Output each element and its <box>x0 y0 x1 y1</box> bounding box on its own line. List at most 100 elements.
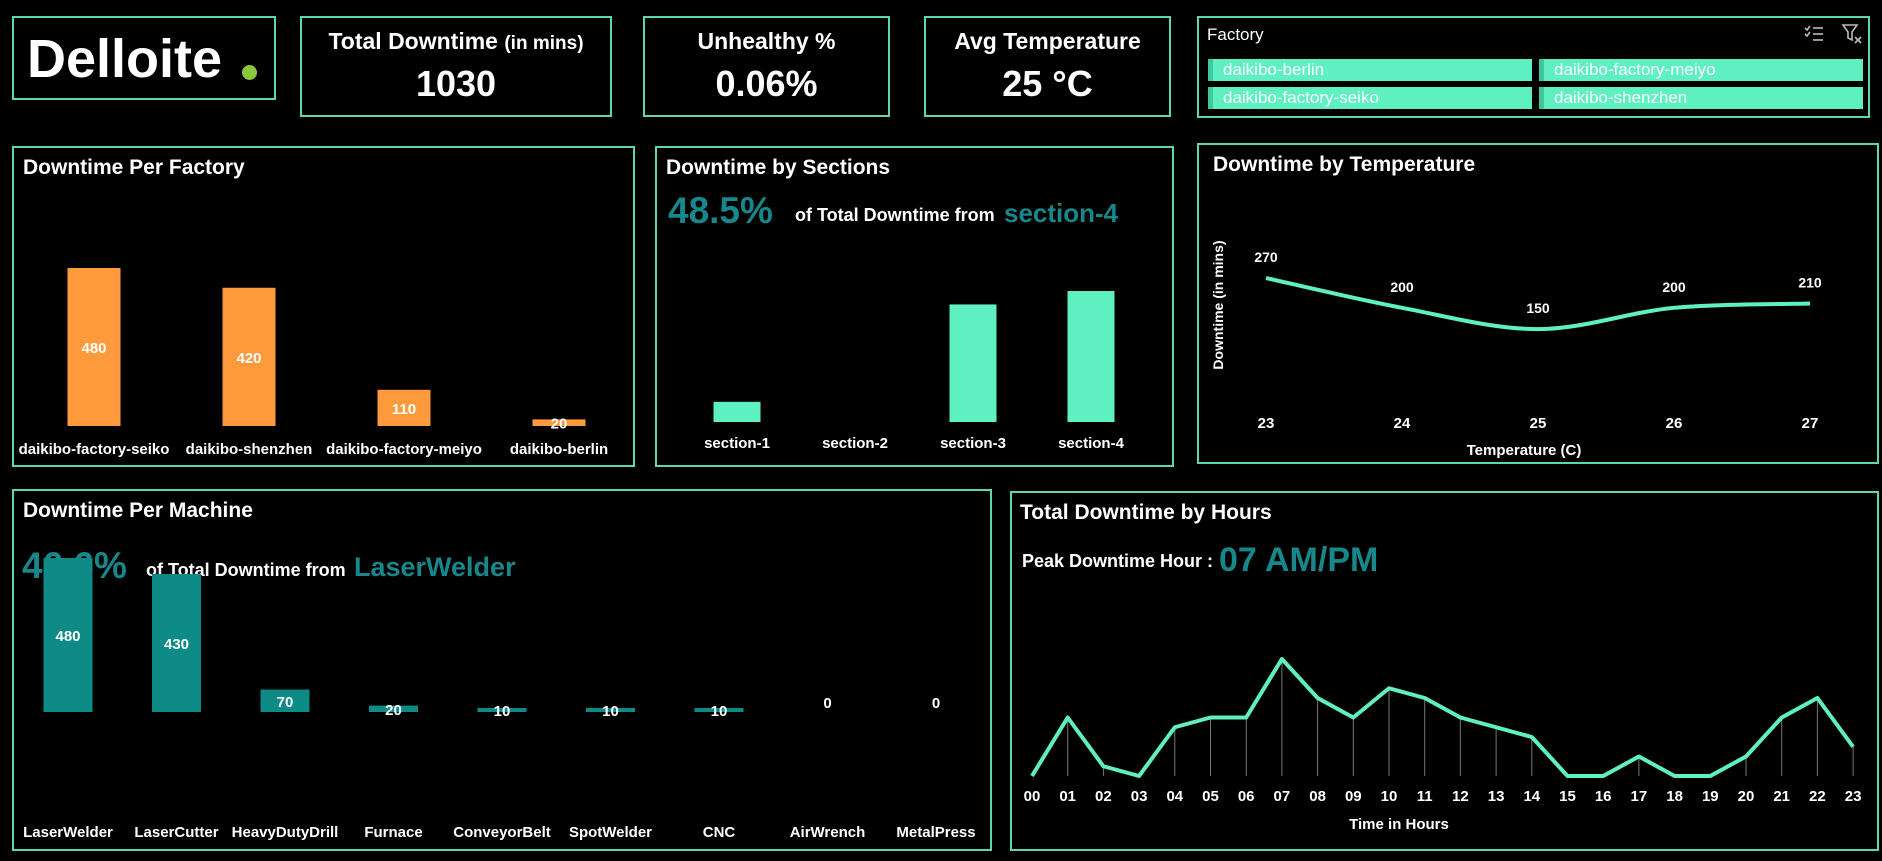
factory-panel: Downtime Per Factory 480 daikibo-factory-… <box>12 146 635 467</box>
data-label-SpotWelder: 10 <box>602 703 619 720</box>
kpi-downtime-value: 1030 <box>415 63 497 104</box>
data-label-LaserCutter: 430 <box>164 636 189 653</box>
tick-label-SpotWelder: SpotWelder <box>569 824 652 841</box>
kpi-downtime-label: Total Downtime <box>328 28 498 54</box>
data-label-27: 210 <box>1798 275 1822 291</box>
multi-select-icon[interactable] <box>1803 24 1825 44</box>
x-tick-18: 18 <box>1666 788 1683 805</box>
slicer-item-seiko[interactable]: daikibo-factory-seiko <box>1208 87 1532 109</box>
x-tick-19: 19 <box>1702 788 1719 805</box>
temperature-panel: Downtime by Temperature 270 23 200 24 150 25 2… <box>1197 143 1879 464</box>
tick-label-Furnace: Furnace <box>364 824 422 841</box>
kpi-temp-label: Avg Temperature <box>954 28 1141 54</box>
x-tick-13: 13 <box>1488 788 1505 805</box>
data-label-MetalPress: 0 <box>932 695 940 712</box>
x-tick-20: 20 <box>1738 788 1755 805</box>
x-tick-15: 15 <box>1559 788 1576 805</box>
hours-panel: Total Downtime by Hours Peak Downtime Ho… <box>1010 491 1879 851</box>
data-label-Furnace: 20 <box>385 702 402 719</box>
x-tick-03: 03 <box>1131 788 1148 805</box>
data-label-23: 270 <box>1254 249 1278 265</box>
x-tick-14: 14 <box>1523 788 1540 805</box>
machine-bar-chart: 480 LaserWelder 430 LaserCutter 70 HeavyDutyD… <box>23 558 976 841</box>
x-tick-07: 07 <box>1274 788 1291 805</box>
logo-dot <box>242 65 257 80</box>
bar-section-1 <box>713 401 761 422</box>
kpi-unhealthy-value: 0.06% <box>715 63 818 104</box>
kpi-unhealthy-label: Unhealthy % <box>697 28 836 54</box>
kpi-temp-value: 25 °C <box>1002 63 1093 104</box>
x-tick-23: 23 <box>1845 788 1862 805</box>
x-tick-09: 09 <box>1345 788 1362 805</box>
x-tick-10: 10 <box>1381 788 1398 805</box>
tick-label-section-1: section-1 <box>704 435 770 452</box>
tick-label-daikibo-shenzhen: daikibo-shenzhen <box>186 441 313 458</box>
data-label-ConveyorBelt: 10 <box>494 703 511 720</box>
x-tick-05: 05 <box>1202 788 1219 805</box>
factory-slicer: Factory daikibo-berlin daikibo-factory-m… <box>1197 16 1870 118</box>
data-label-CNC: 10 <box>711 703 728 720</box>
data-label-24: 200 <box>1390 279 1414 295</box>
x-axis-label: Temperature (C) <box>1467 442 1582 459</box>
data-label-daikibo-factory-meiyo: 110 <box>392 401 416 418</box>
data-label-daikibo-shenzhen: 420 <box>236 350 261 367</box>
tick-label-HeavyDutyDrill: HeavyDutyDrill <box>232 824 339 841</box>
slicer-item-shenzhen[interactable]: daikibo-shenzhen <box>1539 87 1863 109</box>
y-axis-label: Downtime (in mins) <box>1210 240 1226 369</box>
factory-bar-chart: 480 daikibo-factory-seiko 420 daikibo-shenz… <box>19 268 608 458</box>
x-tick-21: 21 <box>1773 788 1790 805</box>
tick-label-ConveyorBelt: ConveyorBelt <box>453 824 551 841</box>
sections-panel: Downtime by Sections 48.5% of Total Down… <box>655 146 1174 467</box>
bar-section-3 <box>949 304 997 422</box>
tick-label-daikibo-factory-seiko: daikibo-factory-seiko <box>19 441 170 458</box>
x-tick-24: 24 <box>1394 415 1411 432</box>
logo-text: Delloite <box>27 29 223 89</box>
x-tick-04: 04 <box>1166 788 1183 805</box>
x-axis-label: Time in Hours <box>1349 816 1449 833</box>
data-label-daikibo-factory-seiko: 480 <box>81 340 106 357</box>
slicer-item-berlin[interactable]: daikibo-berlin <box>1208 59 1532 81</box>
tick-label-LaserCutter: LaserCutter <box>134 824 218 841</box>
x-tick-22: 22 <box>1809 788 1826 805</box>
data-label-25: 150 <box>1526 300 1550 316</box>
x-tick-27: 27 <box>1802 415 1819 432</box>
tick-label-daikibo-factory-meiyo: daikibo-factory-meiyo <box>326 441 482 458</box>
x-tick-01: 01 <box>1059 788 1076 805</box>
data-label-26: 200 <box>1662 279 1686 295</box>
x-tick-11: 11 <box>1417 788 1433 805</box>
tick-label-daikibo-berlin: daikibo-berlin <box>510 441 608 458</box>
data-label-HeavyDutyDrill: 70 <box>277 694 294 711</box>
x-tick-00: 00 <box>1024 788 1041 805</box>
x-tick-06: 06 <box>1238 788 1255 805</box>
kpi-avg-temperature: Avg Temperature 25 °C <box>924 16 1171 117</box>
x-tick-02: 02 <box>1095 788 1112 805</box>
data-label-AirWrench: 0 <box>823 695 831 712</box>
x-tick-25: 25 <box>1530 415 1547 432</box>
data-label-daikibo-berlin: 20 <box>551 416 568 433</box>
data-label-LaserWelder: 480 <box>55 628 80 645</box>
clear-filter-icon[interactable] <box>1841 23 1863 45</box>
kpi-unhealthy: Unhealthy % 0.06% <box>643 16 890 117</box>
tick-label-AirWrench: AirWrench <box>790 824 866 841</box>
bar-section-4 <box>1067 291 1115 422</box>
tick-label-CNC: CNC <box>703 824 736 841</box>
logo-box: Delloite <box>12 16 276 100</box>
slicer-title: Factory <box>1207 25 1264 44</box>
tick-label-section-4: section-4 <box>1058 435 1125 452</box>
x-tick-23: 23 <box>1258 415 1275 432</box>
sections-bar-chart: section-1 section-2 section-3 section-4 <box>704 291 1125 452</box>
kpi-total-downtime: Total Downtime (in mins) 1030 <box>300 16 612 117</box>
tick-label-LaserWelder: LaserWelder <box>23 824 113 841</box>
x-tick-17: 17 <box>1631 788 1648 805</box>
tick-label-section-3: section-3 <box>940 435 1006 452</box>
tick-label-section-2: section-2 <box>822 435 888 452</box>
x-tick-16: 16 <box>1595 788 1612 805</box>
hours-line-chart: 00 01 02 03 04 05 06 07 08 09 10 11 12 13 14 15 16 17 18 19… <box>1024 657 1862 833</box>
tick-label-MetalPress: MetalPress <box>896 824 975 841</box>
temperature-line-chart: 270 23 200 24 150 25 200 26 210 27 Temperature (C)… <box>1210 240 1822 459</box>
machine-panel: Downtime Per Machine 46.6% of Total Down… <box>12 489 992 851</box>
hours-series-line <box>1030 657 1855 778</box>
x-tick-12: 12 <box>1452 788 1469 805</box>
slicer-item-meiyo[interactable]: daikibo-factory-meiyo <box>1539 59 1863 81</box>
kpi-downtime-unit: (in mins) <box>504 33 584 54</box>
